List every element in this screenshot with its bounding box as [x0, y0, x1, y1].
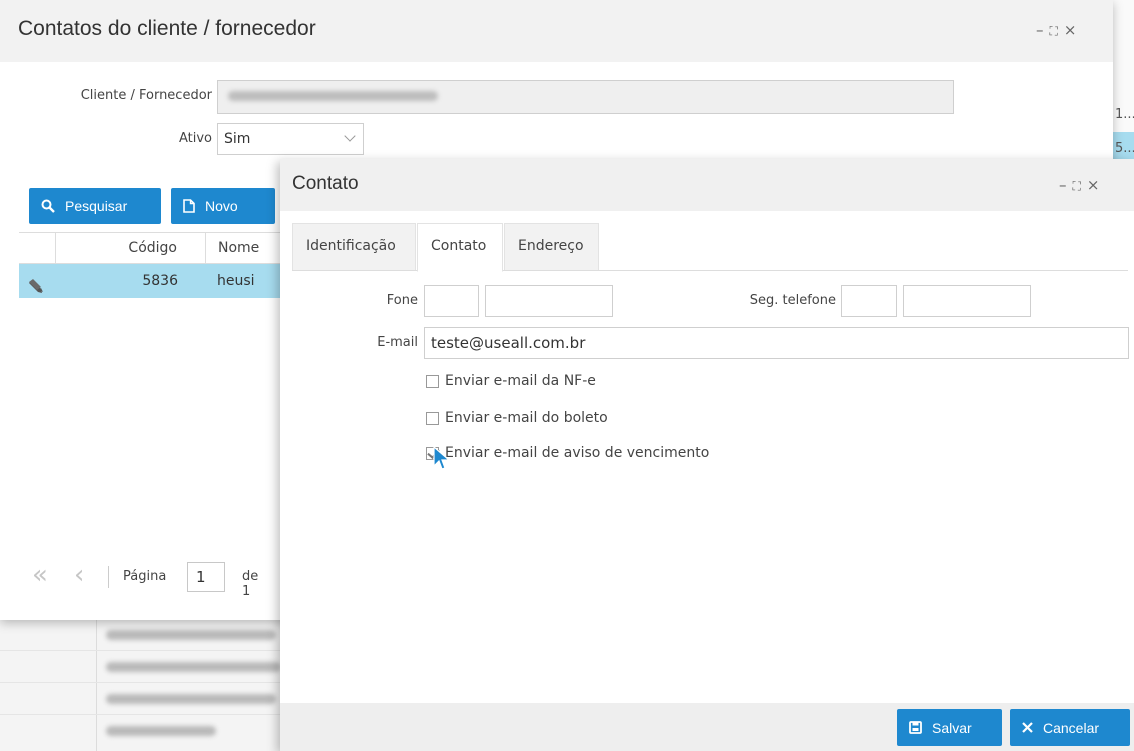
save-button[interactable]: Salvar	[897, 709, 1002, 746]
window-titlebar: Contatos do cliente / fornecedor –⛶×	[0, 0, 1113, 62]
email-field[interactable]: teste@useall.com.br	[424, 327, 1129, 359]
search-button-label: Pesquisar	[65, 198, 128, 214]
checkbox-vencimento-label: Enviar e-mail de aviso de vencimento	[445, 445, 710, 461]
first-page-icon[interactable]: «	[32, 560, 48, 590]
document-icon	[183, 199, 195, 213]
column-header-code[interactable]: Código	[55, 233, 205, 263]
cancel-button-label: Cancelar	[1043, 719, 1100, 736]
active-label: Ativo	[178, 131, 212, 146]
phone-label: Fone	[386, 293, 418, 308]
list-item	[0, 650, 285, 682]
close-icon[interactable]: ×	[1087, 176, 1106, 194]
tab-contato[interactable]: Contato	[417, 223, 503, 272]
minimize-icon[interactable]: –	[1036, 21, 1050, 39]
checkbox-boleto-box[interactable]	[426, 411, 439, 425]
column-header-name[interactable]: Nome	[205, 233, 289, 263]
new-button-label: Novo	[205, 198, 238, 214]
minimize-icon[interactable]: –	[1059, 176, 1073, 194]
chevron-down-icon	[344, 130, 356, 142]
close-icon[interactable]: ×	[1064, 21, 1083, 39]
close-icon	[1022, 722, 1033, 733]
background-row: 1...	[1115, 107, 1134, 122]
mouse-cursor-icon	[433, 445, 451, 476]
redacted-text	[228, 91, 438, 101]
dialog-title: Contato	[292, 173, 359, 194]
page-count: de 1	[242, 569, 259, 599]
page-label: Página	[123, 569, 167, 584]
active-select[interactable]: Sim	[217, 123, 364, 155]
checkbox-vencimento[interactable]: Enviar e-mail de aviso de vencimento	[426, 443, 709, 463]
active-select-value: Sim	[224, 131, 251, 147]
cancel-button[interactable]: Cancelar	[1010, 709, 1130, 746]
checkbox-nfe-box[interactable]	[426, 374, 439, 388]
second-phone-area-code-input[interactable]	[841, 285, 897, 317]
list-item	[0, 618, 285, 650]
dialog-footer: Salvar Cancelar	[280, 703, 1134, 751]
list-item	[0, 714, 285, 746]
search-icon	[41, 199, 55, 213]
cell-code: 5836	[142, 273, 178, 289]
second-phone-number-input[interactable]	[903, 285, 1031, 317]
client-label: Cliente / Fornecedor	[80, 88, 212, 103]
divider	[108, 566, 109, 588]
checkbox-nfe[interactable]: Enviar e-mail da NF-e	[426, 371, 596, 391]
contact-dialog: Contato –⛶× Identificação Contato Endere…	[280, 159, 1134, 751]
tab-identificacao[interactable]: Identificação	[292, 223, 416, 271]
grid-header: Código Nome	[19, 232, 289, 264]
checkbox-nfe-label: Enviar e-mail da NF-e	[445, 373, 596, 389]
pencil-icon[interactable]	[27, 273, 45, 293]
background-list	[0, 618, 285, 751]
new-button[interactable]: Novo	[171, 188, 275, 224]
cell-name: heusi	[217, 273, 255, 289]
prev-page-icon[interactable]: ‹	[74, 560, 84, 590]
phone-number-input[interactable]	[485, 285, 613, 317]
checkbox-boleto-label: Enviar e-mail do boleto	[445, 410, 608, 426]
maximize-icon[interactable]: ⛶	[1073, 179, 1087, 193]
checkbox-boleto[interactable]: Enviar e-mail do boleto	[426, 408, 608, 428]
grid-header-action	[19, 233, 55, 263]
maximize-icon[interactable]: ⛶	[1050, 24, 1064, 38]
window-controls: –⛶×	[1036, 21, 1082, 39]
page-number-input[interactable]: 1	[187, 562, 225, 592]
tab-endereco[interactable]: Endereço	[504, 223, 599, 271]
second-phone-label: Seg. telefone	[749, 293, 836, 308]
table-row[interactable]: 5836 heusi	[19, 264, 289, 298]
phone-area-code-input[interactable]	[424, 285, 479, 317]
dialog-titlebar: Contato –⛶×	[280, 159, 1134, 211]
list-item	[0, 682, 285, 714]
email-label: E-mail	[377, 335, 418, 350]
client-field	[217, 80, 954, 114]
dialog-controls: –⛶×	[1059, 176, 1105, 194]
save-icon	[909, 721, 922, 734]
window-title: Contatos do cliente / fornecedor	[18, 17, 316, 40]
search-button[interactable]: Pesquisar	[29, 188, 161, 224]
save-button-label: Salvar	[932, 719, 972, 736]
